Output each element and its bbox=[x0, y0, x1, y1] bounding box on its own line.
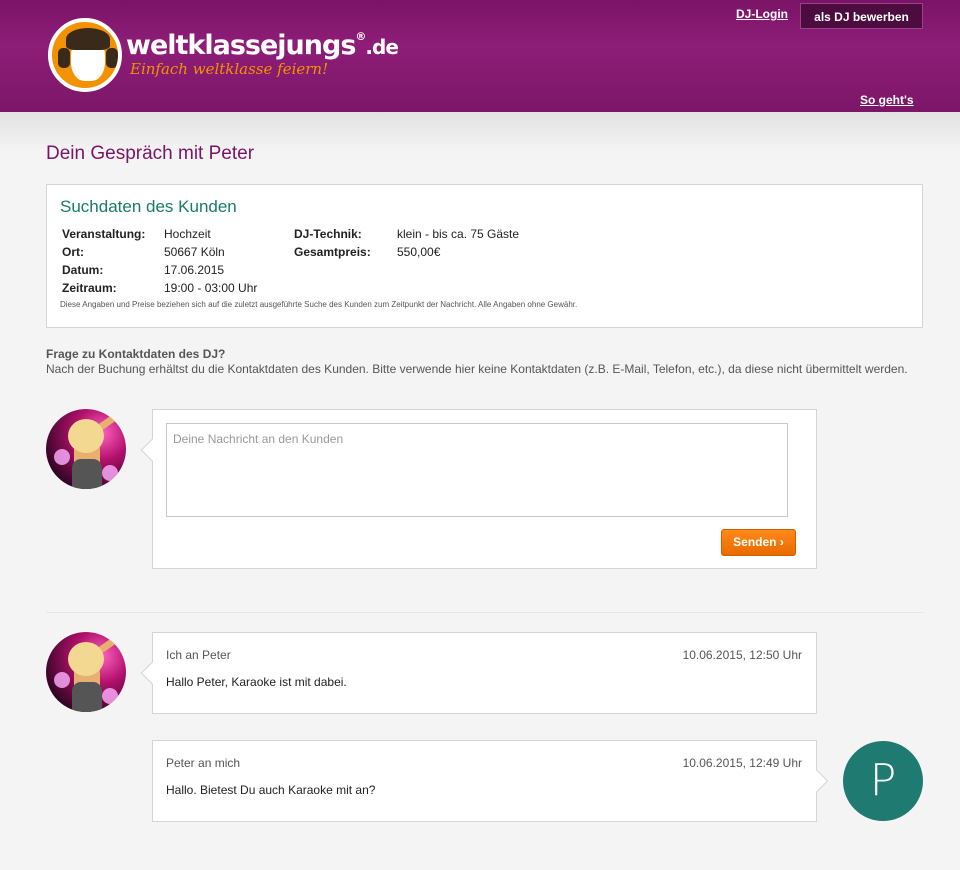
message-timestamp: 10.06.2015, 12:50 Uhr bbox=[682, 648, 802, 662]
search-value: 17.06.2015 bbox=[164, 263, 225, 277]
contact-info-text: Nach der Buchung erhältst du die Kontakt… bbox=[46, 362, 908, 376]
site-logo[interactable]: weltklassejungs®.de Einfach weltklasse f… bbox=[48, 18, 399, 96]
dj-login-link[interactable]: DJ-Login bbox=[736, 7, 788, 21]
search-label: Ort: bbox=[62, 245, 84, 259]
message-sender: Peter an mich bbox=[166, 756, 241, 770]
logo-dj-face-icon bbox=[48, 18, 122, 92]
search-label: Veranstaltung: bbox=[62, 227, 146, 241]
message-timestamp: 10.06.2015, 12:49 Uhr bbox=[682, 756, 802, 770]
message-sender: Ich an Peter bbox=[166, 648, 231, 662]
search-label: Datum: bbox=[62, 263, 104, 277]
search-value: 550,00€ bbox=[397, 245, 441, 259]
search-data-heading: Suchdaten des Kunden bbox=[60, 197, 237, 216]
search-value: 50667 Köln bbox=[164, 245, 225, 259]
logo-title: weltklassejungs®.de bbox=[126, 30, 399, 61]
peter-avatar: P bbox=[843, 741, 923, 821]
search-value: Hochzeit bbox=[164, 227, 211, 241]
message-item: Peter an mich 10.06.2015, 12:49 Uhr Hall… bbox=[152, 740, 829, 822]
search-value: klein - bis ca. 75 Gäste bbox=[397, 227, 520, 241]
page-title: Dein Gespräch mit Peter bbox=[46, 143, 255, 164]
message-input[interactable] bbox=[166, 423, 788, 517]
message-item: Ich an Peter 10.06.2015, 12:50 Uhr Hallo… bbox=[140, 632, 817, 714]
search-value: 19:00 - 03:00 Uhr bbox=[164, 281, 258, 295]
message-compose-box: Senden › bbox=[140, 409, 817, 569]
speech-arrow bbox=[140, 438, 164, 462]
dj-avatar bbox=[46, 409, 126, 489]
speech-arrow bbox=[805, 769, 829, 793]
apply-as-dj-button[interactable]: als DJ bewerben bbox=[800, 3, 923, 29]
customer-search-data: Suchdaten des Kunden Veranstaltung: Hoch… bbox=[46, 184, 923, 328]
dj-avatar bbox=[46, 632, 126, 712]
message-text: Hallo. Bietest Du auch Karaoke mit an? bbox=[166, 783, 376, 797]
site-header: weltklassejungs®.de Einfach weltklasse f… bbox=[0, 0, 960, 112]
speech-arrow bbox=[140, 661, 164, 685]
message-text: Hallo Peter, Karaoke ist mit dabei. bbox=[166, 675, 347, 689]
search-label: DJ-Technik: bbox=[294, 227, 362, 241]
search-data-disclaimer: Diese Angaben und Preise beziehen sich a… bbox=[60, 300, 578, 309]
contact-info-title: Frage zu Kontaktdaten des DJ? bbox=[46, 347, 226, 361]
search-label: Zeitraum: bbox=[62, 281, 117, 295]
search-label: Gesamtpreis: bbox=[294, 245, 371, 259]
logo-slogan: Einfach weltklasse feiern! bbox=[130, 60, 329, 78]
how-it-works-link[interactable]: So geht's bbox=[860, 93, 914, 107]
send-button[interactable]: Senden › bbox=[721, 529, 796, 556]
divider bbox=[46, 612, 923, 613]
